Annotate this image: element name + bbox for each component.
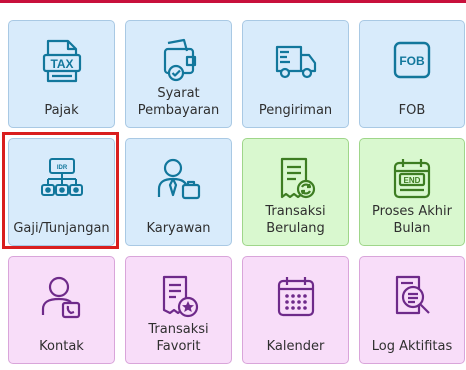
employee-icon <box>126 157 231 201</box>
month-end-icon: END <box>360 157 464 201</box>
tile-label: Gaji/Tunjangan <box>13 221 110 236</box>
contact-icon <box>9 275 114 319</box>
tile-kontak[interactable]: Kontak <box>8 256 115 364</box>
payment-terms-icon <box>126 38 231 83</box>
favorite-transaction-icon <box>126 275 231 319</box>
salary-icon: IDR <box>9 157 114 201</box>
tile-syarat-pembayaran[interactable]: Syarat Pembayaran <box>125 20 232 128</box>
activity-log-icon <box>360 275 464 319</box>
svg-text:TAX: TAX <box>50 57 73 71</box>
tile-label: Kontak <box>39 339 84 354</box>
calendar-icon <box>243 275 348 319</box>
tile-label: Log Aktifitas <box>371 339 453 354</box>
tile-label: Syarat Pembayaran <box>137 86 220 118</box>
tile-label: Karyawan <box>146 221 211 236</box>
tile-karyawan[interactable]: Karyawan <box>125 138 232 246</box>
tile-label: Transaksi Berulang <box>265 204 326 236</box>
svg-text:FOB: FOB <box>399 54 425 68</box>
tile-pajak[interactable]: TAX Pajak <box>8 20 115 128</box>
svg-text:END: END <box>404 176 421 185</box>
recurring-transaction-icon <box>243 157 348 201</box>
tile-label: Pengiriman <box>258 103 333 118</box>
tile-pengiriman[interactable]: Pengiriman <box>242 20 349 128</box>
tile-gaji-tunjangan[interactable]: IDR Gaji/Tunjangan <box>8 138 115 246</box>
tile-label: Pajak <box>44 103 79 118</box>
tile-fob[interactable]: FOB FOB <box>359 20 465 128</box>
tile-transaksi-favorit[interactable]: Transaksi Favorit <box>125 256 232 364</box>
tax-icon: TAX <box>9 39 114 83</box>
settings-tile-grid: TAX Pajak Syarat Pembayaran Pengiriman F… <box>0 0 466 370</box>
tile-label: Transaksi Favorit <box>148 322 209 354</box>
tile-label: Kalender <box>266 339 325 354</box>
truck-icon <box>243 39 348 83</box>
svg-text:IDR: IDR <box>56 165 67 171</box>
tile-label: FOB <box>398 103 426 118</box>
tile-label: Proses Akhir Bulan <box>372 204 452 236</box>
tile-log-aktifitas[interactable]: Log Aktifitas <box>359 256 465 364</box>
fob-icon: FOB <box>360 39 464 83</box>
tile-kalender[interactable]: Kalender <box>242 256 349 364</box>
tile-proses-akhir-bulan[interactable]: END Proses Akhir Bulan <box>359 138 465 246</box>
tile-transaksi-berulang[interactable]: Transaksi Berulang <box>242 138 349 246</box>
